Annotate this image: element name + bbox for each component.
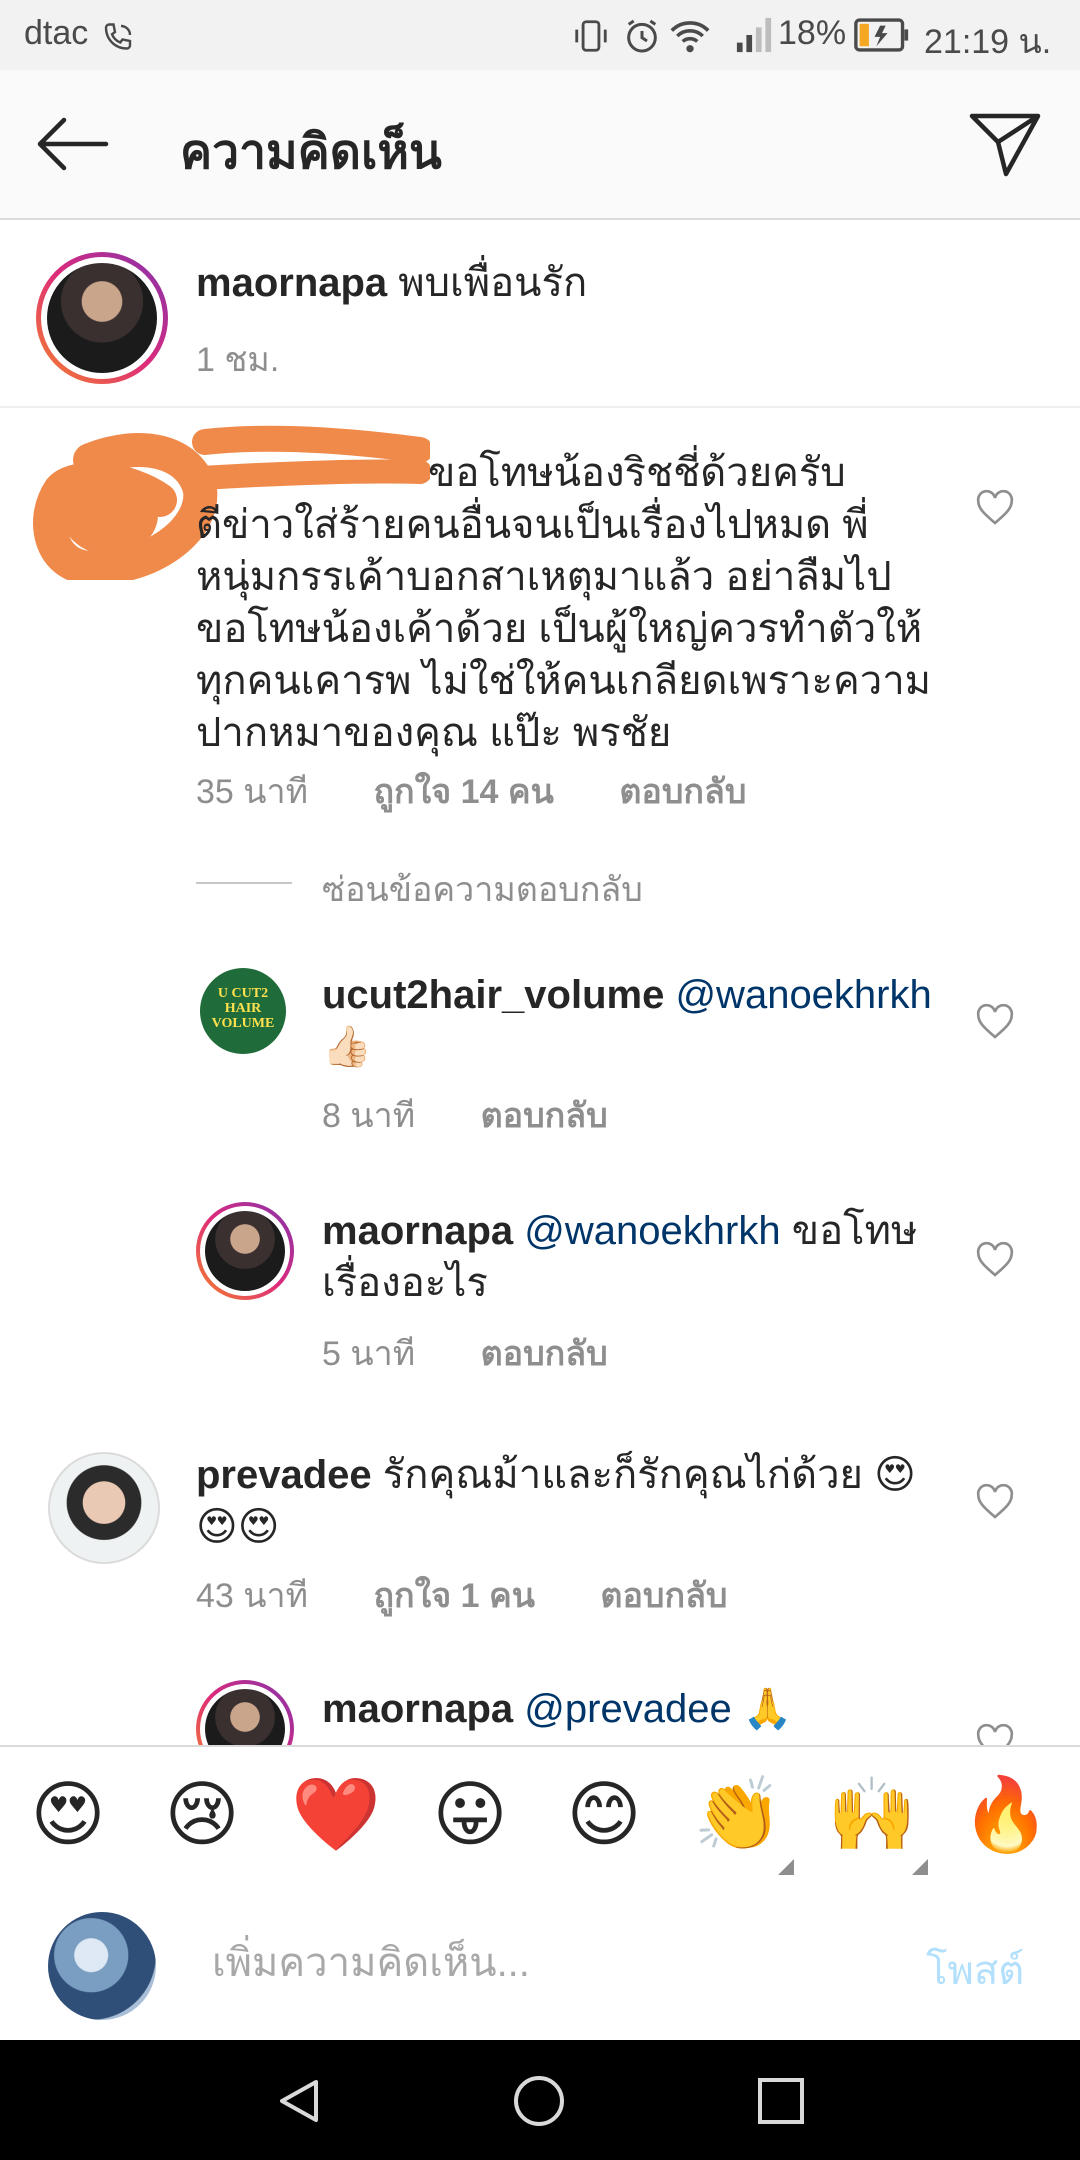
mention-link[interactable]: @wanoekhrkh (524, 1209, 780, 1253)
reply-button[interactable]: ตอบกลับ (481, 1097, 608, 1135)
profile-photo (205, 1211, 285, 1291)
emoji-clapping[interactable]: 👏 (688, 1775, 788, 1855)
heart-icon[interactable] (975, 1482, 1015, 1522)
my-avatar[interactable] (48, 1912, 156, 2020)
emoji-quick-bar: 😍 😢 ❤️ 😛 😊 👏 🙌 🔥 (0, 1745, 1080, 1894)
avatar[interactable] (36, 252, 168, 384)
reply-time: 8 นาที (322, 1097, 416, 1135)
signal-icon (736, 17, 772, 53)
reply-item: maornapa @wanoekhrkh ขอโทษ เรื่องอะไร 5 … (0, 1190, 1080, 1390)
post-button[interactable]: โพสต์ (926, 1938, 1024, 2002)
nav-home-icon[interactable] (512, 2074, 566, 2128)
comment-text-line-5: ทุกคนเคารพ ไม่ใช่ให้คนเกลียดเพราะความ (196, 659, 932, 703)
comment-username[interactable]: prevadee (196, 1453, 372, 1497)
comment-item: prevadee รักคุณม้าและก็รักคุณไก่ด้วย 😍 😍… (0, 1430, 1080, 1630)
avatar[interactable] (196, 1680, 294, 1745)
carrier-label: dtac (24, 14, 89, 52)
profile-photo (47, 263, 157, 373)
caption-text: พบเพื่อนรัก (398, 261, 588, 305)
reply-text: 👍🏻 (322, 1025, 372, 1069)
system-nav-bar (0, 2040, 1080, 2160)
alarm-icon (627, 19, 657, 53)
battery-icon (854, 18, 909, 52)
emoji-fire[interactable]: 🔥 (956, 1775, 1056, 1855)
emoji-raised-hands[interactable]: 🙌 (822, 1775, 922, 1855)
post-caption: maornapa พบเพื่อนรัก 1 ชม. (0, 220, 1080, 408)
comment-time: 43 นาที (196, 1577, 309, 1615)
caption-time: 1 ชม. (196, 341, 280, 379)
heart-icon[interactable] (975, 1722, 1015, 1745)
avatar[interactable] (48, 1452, 160, 1564)
comment-text: รักคุณม้าและก็รักคุณไก่ด้วย 😍 (382, 1453, 916, 1497)
heart-icon[interactable] (975, 1002, 1015, 1042)
emoji-red-heart[interactable]: ❤️ (286, 1775, 386, 1855)
emoji-smile[interactable]: 😊 (554, 1775, 654, 1855)
reply-username[interactable]: ucut2hair_volume (322, 973, 664, 1017)
status-bar: dtac 18% 21:19 น. (0, 0, 1080, 70)
comment-text-line-6: ปากหมาของคุณ แป๊ะ พรชัย (196, 711, 672, 755)
comment-time: 35 นาที (196, 773, 309, 811)
page-title: ความคิดเห็น (180, 126, 442, 179)
reply-button[interactable]: ตอบกลับ (600, 1577, 727, 1615)
skin-tone-corner-icon (912, 1859, 928, 1875)
mention-link[interactable]: @wanoekhrkh (675, 973, 931, 1017)
comment-text-line-1: ขอโทษน้องริชชี่ด้วยครับ (428, 451, 846, 495)
reply-username[interactable]: maornapa (322, 1687, 513, 1731)
vibrate-icon (575, 20, 607, 52)
reply-time: 5 นาที (322, 1335, 416, 1373)
reply-item: U CUT2 HAIR VOLUME ucut2hair_volume @wan… (0, 950, 1080, 1150)
comment-item: ขอโทษน้องริชชี่ด้วยครับ ตีข่าวใส่ร้ายคนอ… (0, 408, 1080, 909)
comment-text-line-3: หนุ่มกรรเค้าบอกสาเหตุมาแล้ว อย่าลืมไป (196, 555, 892, 599)
battery-percent: 18% (778, 14, 847, 52)
comment-input[interactable] (210, 1932, 854, 1994)
mention-link[interactable]: @prevadee (524, 1687, 731, 1731)
avatar[interactable] (196, 1202, 294, 1300)
wifi-calling-icon (104, 23, 132, 50)
clock: 21:19 น. (924, 23, 1052, 61)
reply-text: 🙏 (742, 1687, 793, 1731)
avatar[interactable]: U CUT2 HAIR VOLUME (200, 968, 286, 1054)
emoji-tongue[interactable]: 😛 (420, 1775, 520, 1855)
comment-text-line-4: ขอโทษน้องเค้าด้วย เป็นผู้ใหญ่ควรทำตัวให้ (196, 607, 923, 651)
reply-button[interactable]: ตอบกลับ (619, 773, 746, 811)
reply-item: maornapa @prevadee 🙏 (0, 1670, 1080, 1745)
emoji-heart-eyes[interactable]: 😍 (18, 1775, 118, 1855)
comment-text-line-2: ตีข่าวใส่ร้ายคนอื่นจนเป็นเรื่องไปหมด พี่ (196, 503, 869, 547)
likes-count[interactable]: ถูกใจ 1 คน (373, 1577, 534, 1615)
heart-icon[interactable] (975, 488, 1015, 528)
reply-text-line-2: เรื่องอะไร (322, 1261, 488, 1305)
reply-username[interactable]: maornapa (322, 1209, 513, 1253)
reply-text: ขอโทษ (791, 1209, 918, 1253)
direct-message-icon[interactable] (968, 110, 1042, 178)
reply-button[interactable]: ตอบกลับ (481, 1335, 608, 1373)
heart-icon[interactable] (975, 1240, 1015, 1280)
comment-text-line-2: 😍😍 (196, 1505, 280, 1549)
nav-recents-icon[interactable] (756, 2076, 806, 2126)
caption-username[interactable]: maornapa (196, 261, 387, 305)
divider (196, 882, 292, 884)
comment-composer: โพสต์ (0, 1892, 1080, 2040)
nav-back-icon[interactable] (274, 2076, 324, 2126)
emoji-crying[interactable]: 😢 (152, 1775, 252, 1855)
top-app-bar: ความคิดเห็น (0, 70, 1080, 220)
likes-count[interactable]: ถูกใจ 14 คน (373, 773, 553, 811)
avatar-logo-text: U CUT2 HAIR VOLUME (211, 986, 275, 1031)
back-arrow-icon[interactable] (34, 116, 110, 172)
skin-tone-corner-icon (778, 1859, 794, 1875)
wifi-icon (670, 21, 710, 53)
hide-replies-button[interactable]: ซ่อนข้อความตอบกลับ (322, 862, 643, 916)
